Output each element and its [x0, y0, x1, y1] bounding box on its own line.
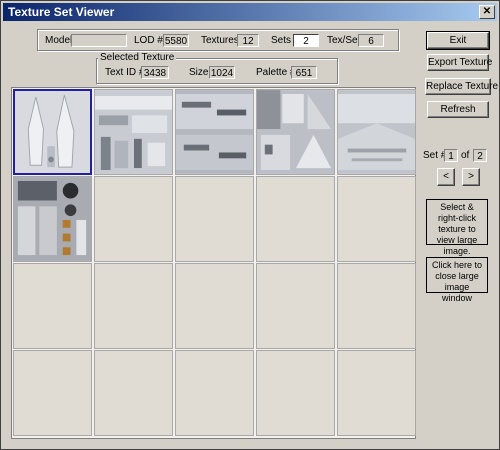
refresh-button[interactable]: Refresh — [427, 101, 489, 118]
texture-thumbnail — [95, 90, 172, 174]
texture-cell[interactable] — [13, 89, 92, 175]
close-large-image-button[interactable]: Click here to close large image window — [426, 257, 488, 303]
previous-set-button[interactable]: < — [437, 168, 455, 186]
texture-cell[interactable] — [256, 89, 335, 175]
textures-label: Textures — [201, 35, 239, 46]
sets-label: Sets — [271, 35, 292, 46]
texture-cell[interactable] — [175, 263, 254, 349]
textures-field: 12 — [237, 34, 259, 47]
window-title: Texture Set Viewer — [8, 5, 115, 19]
texture-cell[interactable] — [94, 176, 173, 262]
size-field: 1024 — [209, 66, 235, 79]
texture-cell[interactable] — [175, 89, 254, 175]
texture-cell[interactable] — [94, 350, 173, 436]
close-icon[interactable]: ✕ — [479, 5, 495, 19]
set-of-label: of — [461, 150, 470, 161]
texture-cell[interactable] — [337, 89, 416, 175]
texture-thumbnail — [176, 90, 253, 174]
lod-label: LOD # — [134, 35, 163, 46]
palette-label: Palette # — [256, 67, 296, 78]
model-field — [71, 34, 127, 47]
texture-cell[interactable] — [94, 89, 173, 175]
title-bar: Texture Set Viewer ✕ — [3, 3, 497, 21]
texset-field: 6 — [358, 34, 384, 47]
texture-cell[interactable] — [256, 263, 335, 349]
set-label: Set # — [423, 150, 447, 161]
next-set-button[interactable]: > — [462, 168, 480, 186]
texture-cell[interactable] — [13, 263, 92, 349]
texture-set-viewer-window: Texture Set Viewer ✕ Model LOD # 5580 Te… — [0, 0, 500, 450]
textid-label: Text ID # — [105, 67, 145, 78]
texture-thumbnail — [15, 91, 90, 173]
exit-button[interactable]: Exit — [426, 31, 490, 50]
texture-thumbnail — [338, 90, 415, 174]
model-label: Model — [45, 35, 73, 46]
texture-cell[interactable] — [256, 350, 335, 436]
set-total-field: 2 — [473, 149, 487, 162]
replace-texture-button[interactable]: Replace Texture — [425, 78, 498, 95]
texture-cell[interactable] — [94, 263, 173, 349]
lod-field: 5580 — [163, 34, 189, 47]
palette-field: 651 — [291, 66, 317, 79]
texture-cell[interactable] — [13, 350, 92, 436]
select-instructions: Select & right-click texture to view lar… — [426, 199, 488, 256]
texture-cell[interactable] — [337, 176, 416, 262]
texture-grid — [11, 87, 416, 439]
export-texture-button[interactable]: Export Texture — [427, 54, 492, 71]
size-label: Size — [189, 67, 209, 78]
texture-cell[interactable] — [337, 350, 416, 436]
textid-field: 3438 — [141, 66, 169, 79]
texture-cell[interactable] — [256, 176, 335, 262]
texture-cell[interactable] — [175, 350, 254, 436]
sets-field: 2 — [293, 34, 319, 47]
set-current-field: 1 — [444, 149, 458, 162]
texset-label: Tex/Set — [327, 35, 361, 46]
texture-cell[interactable] — [337, 263, 416, 349]
texture-cell[interactable] — [175, 176, 254, 262]
selected-texture-legend: Selected Texture — [98, 52, 177, 63]
texture-cell[interactable] — [13, 176, 92, 262]
texture-thumbnail — [14, 177, 91, 261]
texture-thumbnail — [257, 90, 334, 174]
